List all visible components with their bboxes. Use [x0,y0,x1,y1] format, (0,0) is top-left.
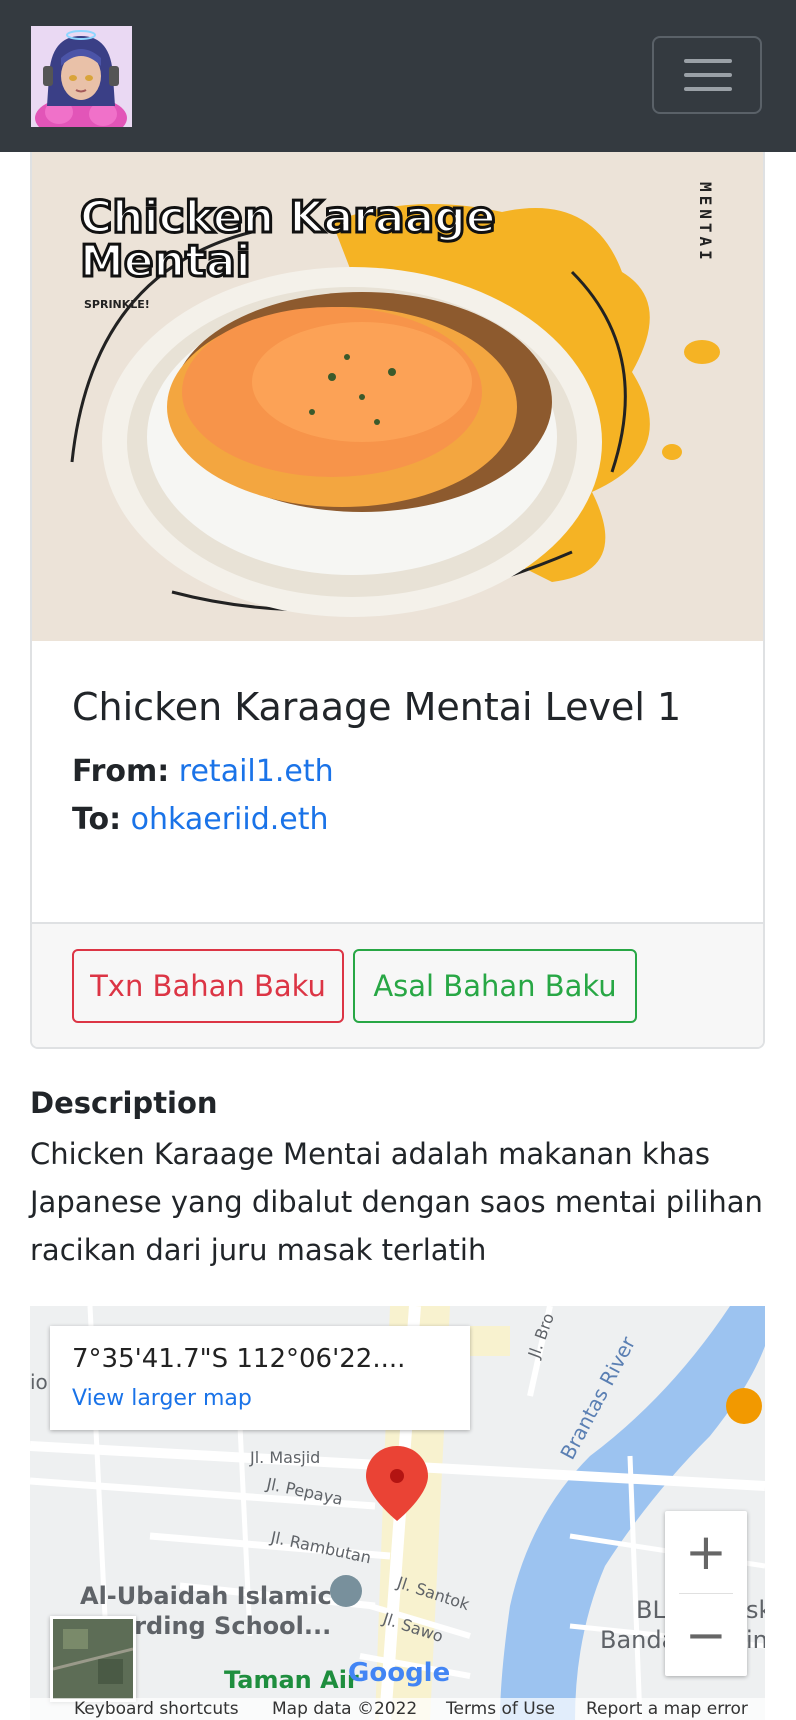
to-label: To: [72,802,122,837]
image-heading-line2: Mentai [80,236,251,287]
image-side-text: MENTAI [696,182,715,264]
map-label-io: io [30,1370,48,1394]
map-poi-bl: BL [636,1596,666,1624]
from-address-link[interactable]: retail1.eth [179,754,334,789]
asal-bahan-baku-button[interactable]: Asal Bahan Baku [353,949,637,1023]
map-info-window: 7°35'41.7"S 112°06'22.... View larger ma… [50,1326,470,1430]
user-avatar[interactable] [31,26,132,127]
description-heading: Description [30,1086,218,1120]
view-larger-map-link[interactable]: View larger map [72,1386,252,1411]
map-data-text: Map data ©2022 [272,1699,418,1719]
product-title: Chicken Karaage Mentai Level 1 [72,685,682,729]
card-footer: Txn Bahan Baku Asal Bahan Baku [32,922,763,1047]
map-attribution-bar: Keyboard shortcuts Map data ©2022 Terms … [30,1698,765,1720]
map-coordinates: 7°35'41.7"S 112°06'22.... [72,1344,406,1374]
navbar [0,0,796,152]
zoom-in-button[interactable]: + [665,1511,747,1593]
map-poi-in: in [746,1626,765,1654]
from-line: From: retail1.eth [72,754,334,789]
product-image: Chicken Karaage Mentai SPRINKLE! MENTAI [32,152,763,641]
keyboard-shortcuts-link[interactable]: Keyboard shortcuts [74,1699,239,1719]
satellite-toggle-button[interactable] [50,1616,136,1702]
map-poi-school-line1: Al-Ubaidah Islamic [80,1582,332,1610]
navbar-toggler-button[interactable] [652,36,762,114]
txn-bahan-baku-button[interactable]: Txn Bahan Baku [72,949,344,1023]
google-logo: Google [348,1658,451,1688]
map-poi-sk: sk [746,1596,765,1624]
map-poi-school-line2: arding School... [118,1612,332,1640]
map-label-masjid: Jl. Masjid [250,1448,321,1467]
description-text: Chicken Karaage Mentai adalah makanan kh… [30,1137,763,1267]
from-label: From: [72,754,170,789]
embedded-map[interactable]: Jl. Masjid Jl. Pepaya Jl. Rambutan Jl. S… [30,1306,765,1720]
zoom-out-button[interactable]: − [665,1594,747,1676]
to-line: To: ohkaeriid.eth [72,802,329,837]
terms-of-use-link[interactable]: Terms of Use [446,1699,555,1719]
image-tagline: SPRINKLE! [84,298,150,311]
map-poi-taman-air: Taman Air [224,1666,359,1694]
to-address-link[interactable]: ohkaeriid.eth [131,802,329,837]
avatar-illustration [31,26,132,127]
report-map-error-link[interactable]: Report a map error [586,1699,748,1719]
satellite-thumbnail-icon [52,1619,134,1699]
product-card: Chicken Karaage Mentai SPRINKLE! MENTAI … [30,152,765,1049]
map-zoom-controls: + − [665,1511,747,1676]
product-image-illustration: Chicken Karaage Mentai SPRINKLE! MENTAI [32,152,763,641]
